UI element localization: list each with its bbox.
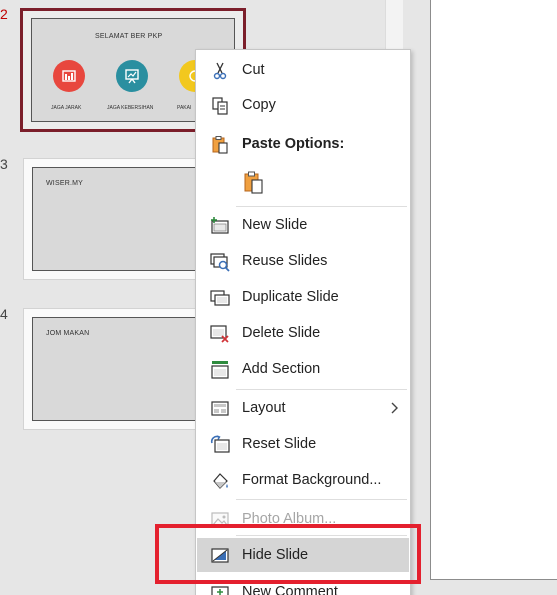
slide-title: JOM MAKAN <box>46 330 90 337</box>
slide-number: 4 <box>0 306 8 322</box>
slide-title: WISER.MY <box>46 180 83 187</box>
menu-label: New Comment <box>242 584 338 595</box>
menu-item-copy[interactable]: Copy <box>197 88 409 122</box>
menu-item-add-section[interactable]: Add Section <box>197 352 409 386</box>
menu-label: Cut <box>242 62 265 78</box>
presentation-icon <box>116 60 148 92</box>
menu-item-delete-slide[interactable]: Delete Slide <box>197 316 409 350</box>
new-comment-icon <box>210 583 230 595</box>
menu-item-new-slide[interactable]: New Slide <box>197 208 409 242</box>
menu-separator <box>236 206 407 207</box>
delete-slide-icon <box>210 324 230 344</box>
reuse-slides-icon <box>210 252 230 272</box>
menu-item-format-background[interactable]: Format Background... <box>197 463 409 497</box>
menu-item-reuse-slides[interactable]: Reuse Slides <box>197 244 409 278</box>
menu-label: Add Section <box>242 361 321 377</box>
chevron-right-icon <box>389 401 399 415</box>
menu-separator <box>236 499 407 500</box>
reset-slide-icon <box>210 435 230 455</box>
chart-icon <box>53 60 85 92</box>
context-menu: Cut Copy Paste Options: New Slide Reuse … <box>195 49 411 595</box>
menu-item-reset-slide[interactable]: Reset Slide <box>197 427 409 461</box>
menu-label: Layout <box>242 400 286 416</box>
slide-title: SELAMAT BER PKP <box>95 33 163 40</box>
slide-editor-area <box>403 0 557 595</box>
menu-label: Copy <box>242 97 276 113</box>
menu-label: New Slide <box>242 217 308 233</box>
menu-label: Reset Slide <box>242 436 317 452</box>
menu-label: Reuse Slides <box>242 253 328 269</box>
icon-caption: JAGA JARAK <box>51 105 82 111</box>
format-background-icon <box>210 471 230 491</box>
menu-label: Paste Options: <box>242 136 345 152</box>
scissors-icon <box>210 61 230 81</box>
paste-keep-formatting-icon[interactable] <box>242 170 266 196</box>
menu-separator <box>236 389 407 390</box>
add-section-icon <box>210 360 230 380</box>
copy-icon <box>210 96 230 116</box>
menu-item-cut[interactable]: Cut <box>197 53 409 87</box>
menu-item-layout[interactable]: Layout <box>197 391 409 425</box>
menu-label: Format Background... <box>242 472 382 488</box>
icon-caption: PAKAI <box>177 105 192 111</box>
clipboard-icon <box>210 135 230 155</box>
main-slide-canvas[interactable] <box>430 0 557 580</box>
duplicate-slide-icon <box>210 288 230 308</box>
new-slide-icon <box>210 216 230 236</box>
menu-label: Delete Slide <box>242 325 321 341</box>
highlight-box <box>155 524 421 584</box>
layout-icon <box>210 399 230 419</box>
slide-number: 2 <box>0 6 8 22</box>
menu-label: Duplicate Slide <box>242 289 339 305</box>
menu-item-paste-options: Paste Options: <box>197 127 409 161</box>
icon-caption: JAGA KEBERSIHAN <box>107 105 154 111</box>
menu-item-duplicate-slide[interactable]: Duplicate Slide <box>197 280 409 314</box>
slide-number: 3 <box>0 156 8 172</box>
